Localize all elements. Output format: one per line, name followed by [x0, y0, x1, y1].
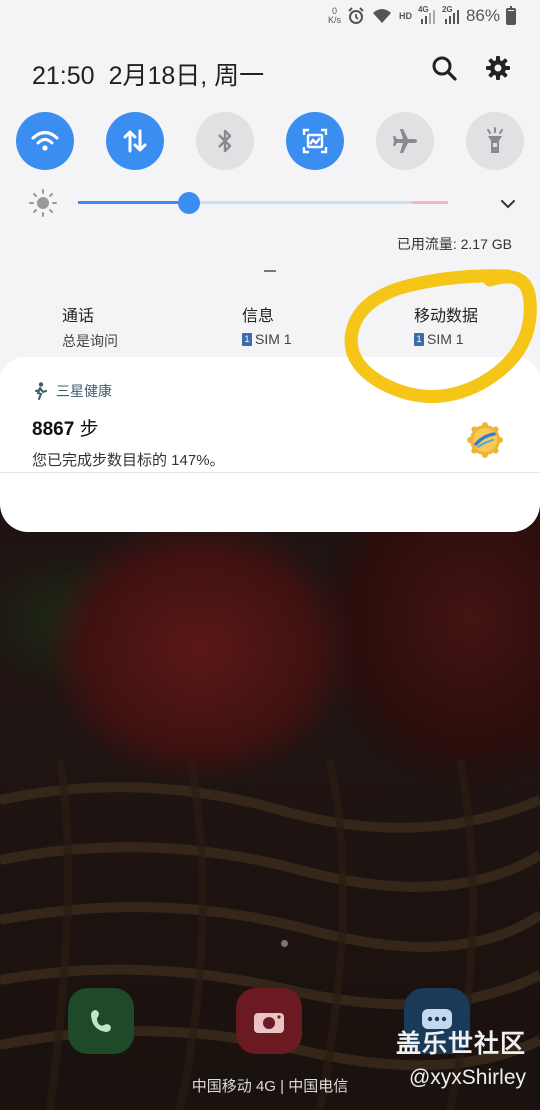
sim-pref-mobile-data[interactable]: 移动数据 1 SIM 1	[414, 302, 478, 347]
brightness-high-zone	[412, 201, 448, 204]
toggle-flashlight[interactable]	[466, 112, 524, 170]
phone-icon	[91, 1010, 111, 1032]
watermark-community: 盖乐世社区	[395, 1030, 526, 1058]
signal-sim2-icon: 2G	[442, 5, 460, 25]
hd-label: HD	[398, 11, 412, 21]
toggle-airplane[interactable]	[376, 112, 434, 170]
battery-icon	[506, 5, 516, 25]
sim-pref-value: 总是询问	[62, 333, 118, 349]
status-bar: 0 K/s HD 4G 2G 86%	[0, 0, 540, 34]
battery-level	[508, 11, 514, 23]
search-icon	[432, 56, 457, 81]
bluetooth-icon	[218, 129, 232, 153]
toggle-screen-capture[interactable]	[286, 112, 344, 170]
flashlight-icon	[487, 127, 503, 153]
notification-app-header: 三星健康	[34, 381, 112, 401]
step-count: 8867	[32, 419, 75, 440]
search-button[interactable]	[430, 54, 458, 82]
time-date: 21:50 2月18日, 周一	[32, 56, 278, 92]
screen-capture-icon	[302, 128, 328, 154]
date: 2月18日, 周一	[108, 62, 265, 90]
chevron-down-icon[interactable]	[498, 194, 518, 214]
data-usage: 已用流量: 2.17 GB	[396, 236, 512, 252]
gear-icon	[486, 56, 510, 80]
panel-handle[interactable]	[264, 270, 276, 272]
toggle-mobile-data[interactable]	[106, 112, 164, 170]
watermark-user: @xyxShirley	[408, 1066, 526, 1089]
achievement-badge-icon	[467, 422, 503, 458]
wifi-icon	[31, 131, 59, 151]
sim-pref-title: 信息	[242, 308, 275, 325]
alarm-icon	[348, 7, 364, 24]
watermark: 盖乐世社区 @xyxShirley	[396, 1024, 526, 1090]
settings-button[interactable]	[484, 54, 512, 82]
sim-pref-value: SIM 1	[255, 331, 292, 347]
divider	[0, 472, 540, 473]
brightness-slider[interactable]	[78, 201, 448, 204]
notification-samsung-health[interactable]: 三星健康 8867 步 您已完成步数目标的 147%。	[0, 357, 540, 532]
sim-pref-calls[interactable]: 通话 总是询问	[62, 302, 118, 351]
network-speed: 0 K/s	[327, 6, 341, 25]
sim-badge: 1	[242, 332, 252, 346]
toggle-bluetooth[interactable]	[196, 112, 254, 170]
arrows-updown-icon	[123, 129, 147, 153]
brightness-thumb[interactable]	[178, 192, 200, 214]
camera-app[interactable]	[236, 988, 302, 1054]
step-unit: 步	[79, 419, 99, 440]
notification-text: 您已完成步数目标的 147%。	[32, 452, 225, 469]
notification-title: 8867 步	[32, 414, 99, 441]
sim-pref-messages[interactable]: 信息 1 SIM 1	[242, 302, 292, 347]
notification-app-name: 三星健康	[56, 383, 112, 399]
sim-pref-value: SIM 1	[427, 331, 464, 347]
brightness-fill	[78, 201, 189, 204]
clock: 21:50	[32, 62, 95, 90]
camera-icon	[254, 1013, 284, 1033]
phone-app[interactable]	[68, 988, 134, 1054]
airplane-icon	[393, 129, 417, 153]
toggle-wifi[interactable]	[16, 112, 74, 170]
battery-percent: 86%	[465, 6, 500, 25]
brightness-control	[28, 188, 518, 218]
sim-pref-title: 通话	[62, 308, 95, 325]
sim-preferences: 通话 总是询问 信息 1 SIM 1 移动数据 1 SIM 1	[0, 302, 540, 352]
running-person-icon	[35, 382, 47, 400]
sim-pref-title: 移动数据	[414, 308, 479, 325]
page-indicator	[281, 940, 288, 947]
sim-badge: 1	[414, 332, 424, 346]
wifi-icon	[372, 9, 391, 23]
sun-icon	[29, 189, 57, 217]
signal-sim1-icon: 4G	[418, 5, 436, 25]
quick-toggles	[16, 112, 524, 170]
